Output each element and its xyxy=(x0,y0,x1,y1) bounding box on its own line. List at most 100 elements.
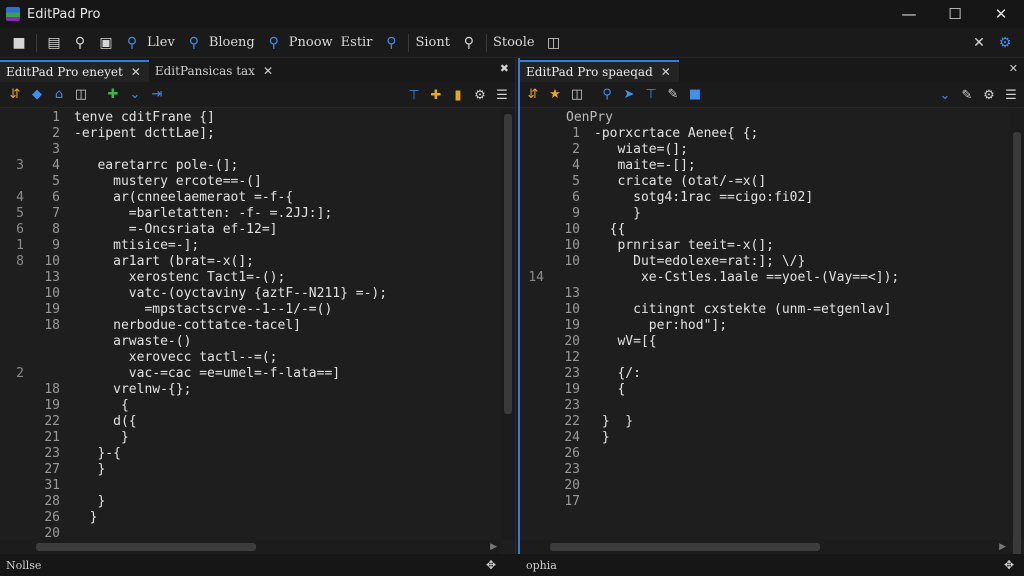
code-text[interactable]: -porxcrtace Aenee{ {; xyxy=(594,126,758,142)
find-next-icon[interactable]: ⚲ xyxy=(181,30,207,56)
scroll-thumb[interactable] xyxy=(36,543,256,551)
scroll-thumb[interactable] xyxy=(504,114,512,414)
add-icon[interactable]: ✚ xyxy=(102,84,124,106)
code-text[interactable]: -eripent dcttLae]; xyxy=(74,126,215,142)
code-text[interactable]: =mpstactscrve--1--1/-=() xyxy=(74,302,332,318)
code-text[interactable]: tenve cditFrane {] xyxy=(74,110,215,126)
code-text[interactable]: vac-=cac =e=umel=-f-lata==] xyxy=(74,366,340,382)
window-resize-icon[interactable]: ✥ xyxy=(1004,558,1014,572)
code-text[interactable]: } xyxy=(594,206,641,222)
toolbar-item-pnoow[interactable]: Pnoow xyxy=(287,35,339,50)
scroll-right-icon[interactable]: ▶ xyxy=(490,540,497,554)
plus-orange-icon[interactable]: ✚ xyxy=(425,84,447,106)
tab-editpad-eneyet[interactable]: EditPad Pro eneyet ✕ xyxy=(0,60,149,82)
left-horizontal-scrollbar[interactable]: ▶ xyxy=(0,540,501,554)
tab-close-icon[interactable]: ✕ xyxy=(263,64,273,78)
edit-icon[interactable]: ✎ xyxy=(956,84,978,106)
code-text[interactable]: nerbodue-cottatce-tacel] xyxy=(74,318,301,334)
code-text[interactable]: wiate=(]; xyxy=(594,142,687,158)
gear-icon[interactable]: ⚙ xyxy=(469,84,491,106)
toolbar-item-bloeng[interactable]: Bloeng xyxy=(207,35,261,50)
code-text[interactable]: per:hod"]; xyxy=(594,318,727,334)
chart-icon[interactable]: ▮ xyxy=(447,84,469,106)
save-icon[interactable]: ▣ xyxy=(93,30,119,56)
fold-icon[interactable]: ⌄ xyxy=(934,84,956,106)
pin-icon[interactable]: ⊤ xyxy=(640,84,662,106)
right-vertical-scrollbar[interactable] xyxy=(1010,110,1024,562)
code-text[interactable]: } xyxy=(74,494,105,510)
code-text[interactable]: xerovecc tactl--=(; xyxy=(74,350,278,366)
star-icon[interactable]: ★ xyxy=(544,84,566,106)
toolbar-close-icon[interactable]: ✕ xyxy=(966,30,992,56)
search-icon[interactable]: ⚲ xyxy=(67,30,93,56)
code-text[interactable]: {/: xyxy=(594,366,641,382)
code-text[interactable]: } xyxy=(594,430,610,446)
toolbar-item-estir[interactable]: Estir xyxy=(339,35,379,50)
cube-icon[interactable]: ■ xyxy=(684,84,706,106)
magnify-icon[interactable]: ⚲ xyxy=(456,30,482,56)
code-text[interactable]: =-Oncsriata ef-12=] xyxy=(74,222,278,238)
select-icon[interactable]: ➤ xyxy=(618,84,640,106)
code-text[interactable]: vatc-(oyctaviny {aztF--N211} =-); xyxy=(74,286,387,302)
search-icon[interactable]: ⚲ xyxy=(596,84,618,106)
code-text[interactable]: sotg4:1rac ==cigo:fi02] xyxy=(594,190,813,206)
code-text[interactable]: earetarrc pole-(]; xyxy=(74,158,238,174)
find-icon[interactable]: ⚲ xyxy=(119,30,145,56)
code-text[interactable]: citingnt cxstekte (unm-=etgenlav] xyxy=(594,302,891,318)
toolbar-item-siont[interactable]: Siont xyxy=(413,35,456,50)
pane-resize-icon[interactable]: ✥ xyxy=(486,558,496,572)
code-text[interactable]: } xyxy=(74,510,98,526)
right-horizontal-scrollbar[interactable]: ▶ xyxy=(520,540,1010,554)
toolbar-item-llev[interactable]: Llev xyxy=(145,35,181,50)
code-text[interactable]: prnrisar teeit=-x(]; xyxy=(594,238,774,254)
minimize-button[interactable]: — xyxy=(886,0,932,28)
indent-icon[interactable]: ⇥ xyxy=(146,84,168,106)
tab-close-icon[interactable]: ✕ xyxy=(661,65,671,79)
code-text[interactable]: xe-Cstles.1aale ==yoel-(Vay==<]); xyxy=(594,270,899,286)
code-text[interactable]: d({ xyxy=(74,414,137,430)
code-text[interactable]: ar(cnneelaemeraot =-f-{ xyxy=(74,190,293,206)
zoom-icon[interactable]: ⚲ xyxy=(378,30,404,56)
fold-icon[interactable]: ⌄ xyxy=(124,84,146,106)
scroll-right-icon[interactable]: ▶ xyxy=(999,540,1006,554)
close-all-tabs-icon[interactable]: ✕ xyxy=(1009,62,1018,75)
clipboard-icon[interactable]: ◫ xyxy=(541,30,567,56)
code-text[interactable]: wV=[{ xyxy=(594,334,656,350)
code-text[interactable]: } xyxy=(74,462,105,478)
code-text[interactable]: mustery ercote==-(] xyxy=(74,174,262,190)
tab-editpansicas[interactable]: EditPansicas tax ✕ xyxy=(149,60,281,82)
scroll-thumb[interactable] xyxy=(1013,132,1021,562)
toolbar-item-stoole[interactable]: Stoole xyxy=(491,35,541,50)
code-text[interactable]: cricate (otat/-=x(] xyxy=(594,174,766,190)
replace-icon[interactable]: ⚲ xyxy=(261,30,287,56)
new-file-icon[interactable]: ■ xyxy=(6,30,32,56)
code-text[interactable]: arwaste-() xyxy=(74,334,191,350)
bookmark-icon[interactable]: ◫ xyxy=(566,84,588,106)
code-text[interactable]: {{ xyxy=(594,222,626,238)
tab-close-icon[interactable]: ✕ xyxy=(131,65,141,79)
document-icon[interactable]: ◫ xyxy=(70,84,92,106)
close-button[interactable]: ✕ xyxy=(978,0,1024,28)
code-text[interactable]: xerostenc Tact1=-(); xyxy=(74,270,286,286)
left-vertical-scrollbar[interactable] xyxy=(501,110,515,540)
right-code-editor[interactable]: OenPry 1 -porxcrtace Aenee{ {; 2 wiate=(]; 4… xyxy=(520,110,1010,540)
code-text[interactable]: Dut=edolexe=rat:]; \/} xyxy=(594,254,805,270)
code-text[interactable]: mtisice=-]; xyxy=(74,238,199,254)
sort-icon[interactable]: ⇵ xyxy=(4,84,26,106)
code-text[interactable]: }-{ xyxy=(74,446,121,462)
code-text[interactable]: { xyxy=(594,382,625,398)
code-text[interactable]: ar1art (brat=-x(]; xyxy=(74,254,254,270)
open-folder-icon[interactable]: ▤ xyxy=(41,30,67,56)
left-code-editor[interactable]: 1 tenve cditFrane {] 2 -eripent dcttLae]; 3 3… xyxy=(0,110,501,540)
close-all-tabs-icon[interactable]: ✖ xyxy=(500,62,509,75)
code-text[interactable]: } xyxy=(74,430,129,446)
sort-icon[interactable]: ⇵ xyxy=(522,84,544,106)
code-text[interactable]: maite=-[]; xyxy=(594,158,695,174)
scroll-thumb[interactable] xyxy=(550,543,820,551)
diamond-icon[interactable]: ◆ xyxy=(26,84,48,106)
home-icon[interactable]: ⌂ xyxy=(48,84,70,106)
code-text[interactable]: } } xyxy=(594,414,633,430)
code-text[interactable]: { xyxy=(74,398,129,414)
code-text[interactable]: =barletatten: -f- =.2JJ:]; xyxy=(74,206,333,222)
maximize-button[interactable]: ☐ xyxy=(932,0,978,28)
